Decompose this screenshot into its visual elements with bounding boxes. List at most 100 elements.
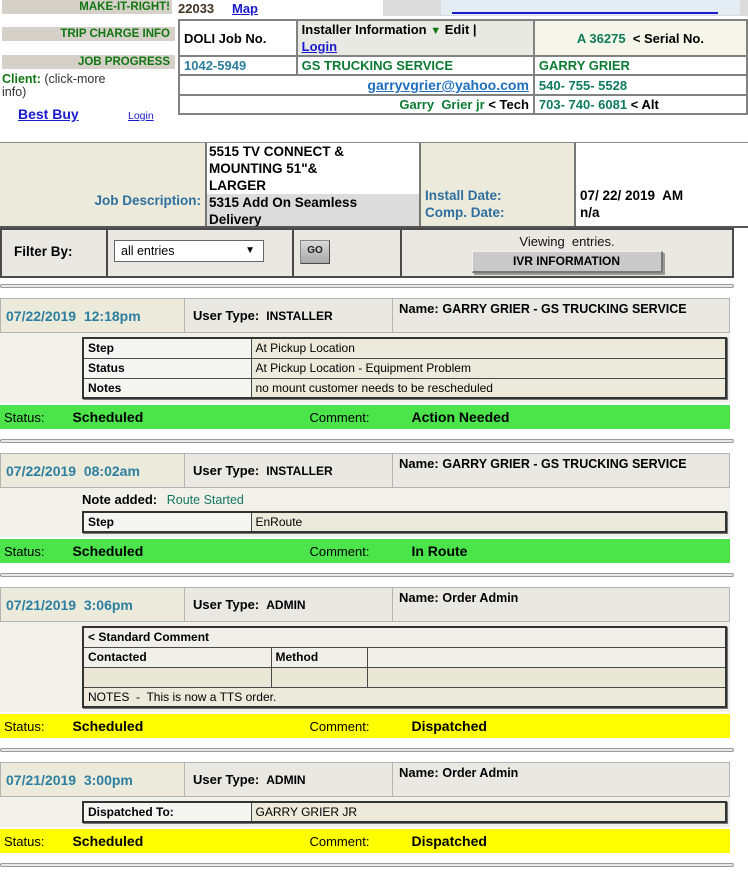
comment-label: Comment: bbox=[309, 834, 371, 849]
comment-value: In Route bbox=[411, 543, 467, 559]
truncated-link-underline[interactable] bbox=[452, 9, 718, 14]
select-arrow-icon[interactable]: ▼ bbox=[245, 241, 255, 261]
status-label: Status: bbox=[4, 834, 44, 849]
section-divider bbox=[0, 439, 734, 443]
user-type-value: ADMIN bbox=[266, 773, 305, 787]
entry-header: 07/21/2019 3:06pm User Type: ADMIN Name:… bbox=[0, 587, 730, 622]
description-line-highlight: Delivery bbox=[207, 211, 419, 228]
user-type-label: User Type: bbox=[193, 308, 259, 323]
go-button[interactable]: GO bbox=[300, 240, 330, 264]
name-value: GARRY GRIER - GS TRUCKING SERVICE bbox=[442, 302, 686, 316]
name-label: Name: bbox=[399, 590, 439, 605]
installer-login-link[interactable]: Login bbox=[302, 39, 337, 54]
edit-link[interactable]: Edit | bbox=[445, 22, 477, 37]
entry-user-type: User Type: ADMIN bbox=[184, 588, 392, 621]
alt-phone-cell: 703- 740- 6081 < Alt bbox=[534, 95, 747, 114]
entry-name: Name: Order Admin bbox=[392, 588, 729, 621]
method-column-header: Method bbox=[271, 647, 367, 667]
status-bar: Status: Scheduled Comment: Dispatched bbox=[0, 829, 730, 853]
job-progress-button[interactable]: JOB PROGRESS bbox=[2, 55, 175, 69]
name-label: Name: bbox=[399, 301, 439, 316]
entry-name: Name: Order Admin bbox=[392, 763, 729, 796]
date-values-cell: 07/ 22/ 2019 AM n/a bbox=[576, 143, 746, 226]
entry-datetime: 07/22/2019 08:02am bbox=[1, 454, 184, 487]
name-label: Name: bbox=[399, 456, 439, 471]
empty-cell bbox=[367, 667, 726, 687]
standard-comment-table: < Standard Comment Contacted Method NOTE… bbox=[82, 626, 727, 708]
user-type-label: User Type: bbox=[193, 772, 259, 787]
description-line: MOUNTING 51"& bbox=[209, 160, 419, 177]
entry-datetime: 07/22/2019 12:18pm bbox=[1, 299, 184, 332]
row-value: At Pickup Location bbox=[251, 338, 726, 358]
trip-charge-info-button[interactable]: TRIP CHARGE INFO bbox=[2, 27, 175, 41]
filter-by-label: Filter By: bbox=[2, 230, 108, 276]
log-entry: 07/22/2019 12:18pm User Type: INSTALLER … bbox=[0, 298, 748, 429]
table-row: Notes no mount customer needs to be resc… bbox=[83, 378, 726, 398]
log-entry: 07/21/2019 3:06pm User Type: ADMIN Name:… bbox=[0, 587, 748, 738]
user-type-value: INSTALLER bbox=[266, 309, 332, 323]
entry-body: Step At Pickup Location Status At Pickup… bbox=[0, 333, 730, 403]
status-value: Scheduled bbox=[72, 409, 309, 425]
filter-dropdown[interactable]: all entries ▼ bbox=[114, 240, 264, 262]
entry-header: 07/22/2019 12:18pm User Type: INSTALLER … bbox=[0, 298, 730, 333]
name-label: Name: bbox=[399, 765, 439, 780]
comment-label: Comment: bbox=[309, 410, 371, 425]
serial-number: A 36275 bbox=[577, 31, 626, 46]
status-bar: Status: Scheduled Comment: Dispatched bbox=[0, 714, 730, 738]
row-value: EnRoute bbox=[251, 512, 726, 532]
status-label: Status: bbox=[4, 544, 44, 559]
table-row: Step At Pickup Location bbox=[83, 338, 726, 358]
installer-information-cell: Installer Information ▼ Edit | Login bbox=[297, 20, 534, 56]
client-note: (click-more bbox=[41, 72, 106, 86]
chevron-down-icon[interactable]: ▼ bbox=[430, 25, 441, 37]
client-login-link[interactable]: Login bbox=[128, 110, 154, 122]
client-label: Client: bbox=[2, 72, 41, 86]
comment-value: Dispatched bbox=[411, 833, 486, 849]
map-link[interactable]: Map bbox=[232, 1, 258, 16]
name-value: GARRY GRIER - GS TRUCKING SERVICE bbox=[442, 457, 686, 471]
make-it-right-button[interactable]: MAKE-IT-RIGHT! bbox=[2, 0, 175, 14]
job-description-label-cell: Job Description: bbox=[0, 143, 207, 226]
entry-header: 07/21/2019 3:00pm User Type: ADMIN Name:… bbox=[0, 762, 730, 797]
job-description-text: 5515 TV CONNECT & MOUNTING 51"& LARGER 5… bbox=[207, 143, 421, 226]
note-added-value: Route Started bbox=[167, 493, 244, 507]
row-value: At Pickup Location - Equipment Problem bbox=[251, 358, 726, 378]
filter-dropdown-value: all entries bbox=[121, 244, 175, 258]
entry-user-type: User Type: ADMIN bbox=[184, 763, 392, 796]
table-row: < Standard Comment bbox=[83, 627, 726, 647]
installer-name: GARRY GRIER bbox=[534, 56, 747, 75]
row-label: Step bbox=[83, 512, 251, 532]
section-divider bbox=[0, 284, 734, 288]
job-description-section: Job Description: 5515 TV CONNECT & MOUNT… bbox=[0, 142, 748, 228]
tech-tag: < Tech bbox=[488, 97, 529, 112]
entry-body: Dispatched To: GARRY GRIER JR bbox=[0, 797, 730, 827]
status-value: Scheduled bbox=[72, 543, 309, 559]
empty-column-header bbox=[367, 647, 726, 667]
name-value: Order Admin bbox=[442, 766, 518, 780]
serial-tag: < Serial No. bbox=[633, 31, 704, 46]
comp-date-value: n/a bbox=[580, 204, 746, 221]
installer-email-link[interactable]: garryvgrier@yahoo.com bbox=[367, 77, 529, 93]
entry-header: 07/22/2019 08:02am User Type: INSTALLER … bbox=[0, 453, 730, 488]
installer-info-table: DOLI Job No. Installer Information ▼ Edi… bbox=[178, 19, 748, 115]
viewing-text: Viewing entries. bbox=[519, 234, 614, 249]
ivr-information-button[interactable]: IVR INFORMATION bbox=[472, 251, 663, 273]
status-label: Status: bbox=[4, 719, 44, 734]
user-type-label: User Type: bbox=[193, 463, 259, 478]
row-label: Step bbox=[83, 338, 251, 358]
installer-phone: 540- 755- 5528 bbox=[534, 75, 747, 95]
alt-phone: 703- 740- 6081 bbox=[539, 97, 627, 112]
row-value: no mount customer needs to be reschedule… bbox=[251, 378, 726, 398]
empty-cell bbox=[271, 667, 367, 687]
status-value: Scheduled bbox=[72, 833, 309, 849]
tech-name: Garry Grier jr bbox=[399, 97, 484, 112]
entry-body: < Standard Comment Contacted Method NOTE… bbox=[0, 622, 730, 712]
filter-dropdown-cell: all entries ▼ bbox=[108, 230, 294, 276]
status-value: Scheduled bbox=[72, 718, 309, 734]
email-cell: garryvgrier@yahoo.com bbox=[179, 75, 534, 95]
client-best-buy-link[interactable]: Best Buy bbox=[18, 106, 79, 122]
note-added-label: Note added: bbox=[82, 492, 157, 507]
go-cell: GO bbox=[294, 230, 402, 276]
name-value: Order Admin bbox=[442, 591, 518, 605]
client-note-2: info) bbox=[2, 85, 26, 99]
